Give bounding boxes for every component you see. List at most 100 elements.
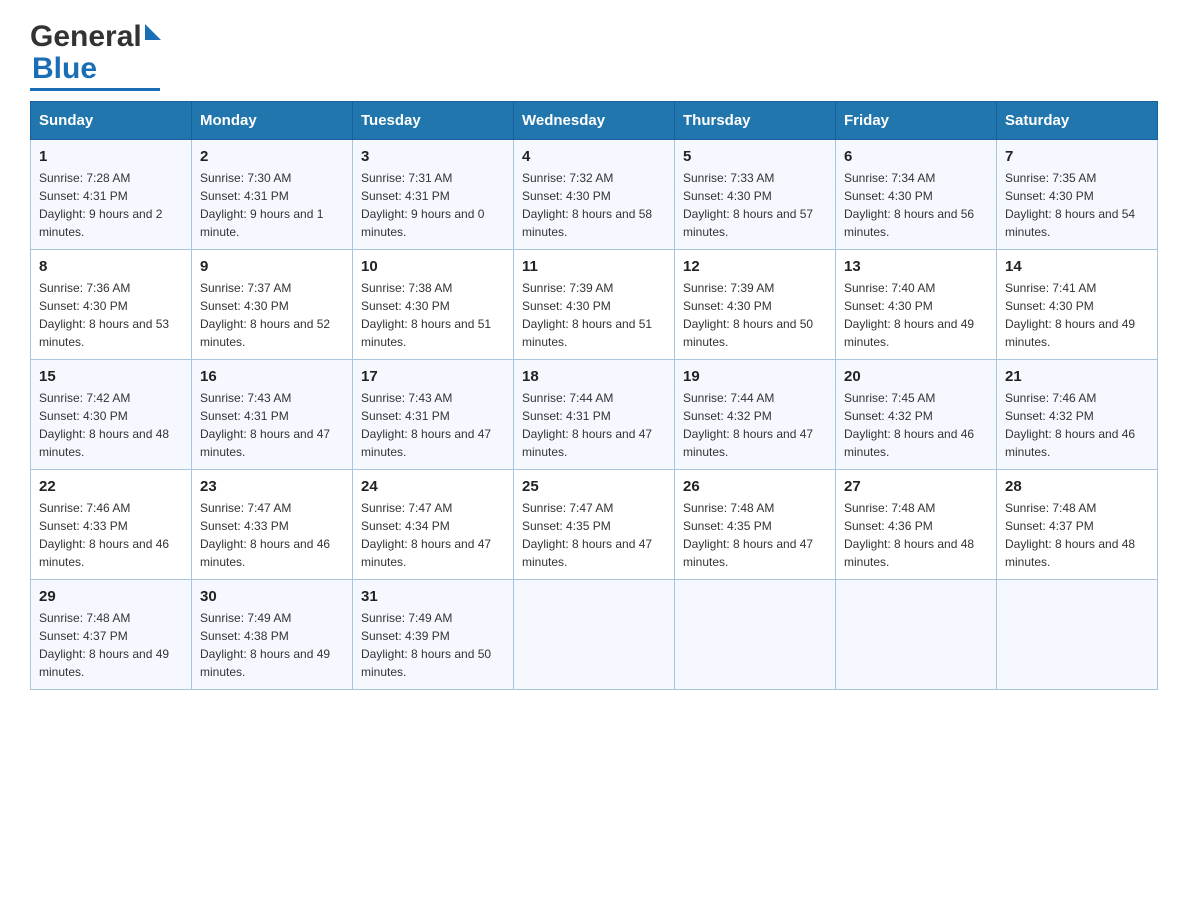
day-number: 18 <box>522 368 666 385</box>
day-number: 5 <box>683 148 827 165</box>
day-number: 31 <box>361 588 505 605</box>
day-number: 13 <box>844 258 988 275</box>
day-info: Sunrise: 7:46 AM Sunset: 4:33 PM Dayligh… <box>39 499 183 571</box>
calendar-cell: 20 Sunrise: 7:45 AM Sunset: 4:32 PM Dayl… <box>836 360 997 470</box>
day-info: Sunrise: 7:30 AM Sunset: 4:31 PM Dayligh… <box>200 169 344 241</box>
calendar-week-row: 1 Sunrise: 7:28 AM Sunset: 4:31 PM Dayli… <box>31 140 1158 250</box>
logo-general-text: General <box>30 20 142 54</box>
calendar-cell: 11 Sunrise: 7:39 AM Sunset: 4:30 PM Dayl… <box>514 250 675 360</box>
col-header-saturday: Saturday <box>997 102 1158 140</box>
calendar-week-row: 15 Sunrise: 7:42 AM Sunset: 4:30 PM Dayl… <box>31 360 1158 470</box>
day-number: 6 <box>844 148 988 165</box>
day-info: Sunrise: 7:34 AM Sunset: 4:30 PM Dayligh… <box>844 169 988 241</box>
day-number: 9 <box>200 258 344 275</box>
calendar-cell <box>514 580 675 690</box>
day-number: 21 <box>1005 368 1149 385</box>
day-info: Sunrise: 7:49 AM Sunset: 4:38 PM Dayligh… <box>200 609 344 681</box>
logo-container: General Blue <box>30 20 161 91</box>
calendar-cell: 22 Sunrise: 7:46 AM Sunset: 4:33 PM Dayl… <box>31 470 192 580</box>
calendar-cell: 17 Sunrise: 7:43 AM Sunset: 4:31 PM Dayl… <box>353 360 514 470</box>
col-header-wednesday: Wednesday <box>514 102 675 140</box>
calendar-cell: 4 Sunrise: 7:32 AM Sunset: 4:30 PM Dayli… <box>514 140 675 250</box>
day-number: 24 <box>361 478 505 495</box>
day-number: 4 <box>522 148 666 165</box>
calendar-cell: 23 Sunrise: 7:47 AM Sunset: 4:33 PM Dayl… <box>192 470 353 580</box>
calendar-cell: 6 Sunrise: 7:34 AM Sunset: 4:30 PM Dayli… <box>836 140 997 250</box>
calendar-cell <box>836 580 997 690</box>
day-info: Sunrise: 7:41 AM Sunset: 4:30 PM Dayligh… <box>1005 279 1149 351</box>
calendar-cell: 27 Sunrise: 7:48 AM Sunset: 4:36 PM Dayl… <box>836 470 997 580</box>
day-number: 12 <box>683 258 827 275</box>
day-info: Sunrise: 7:48 AM Sunset: 4:37 PM Dayligh… <box>1005 499 1149 571</box>
page-header: General Blue <box>30 20 1158 91</box>
day-info: Sunrise: 7:43 AM Sunset: 4:31 PM Dayligh… <box>200 389 344 461</box>
day-info: Sunrise: 7:44 AM Sunset: 4:32 PM Dayligh… <box>683 389 827 461</box>
day-info: Sunrise: 7:47 AM Sunset: 4:33 PM Dayligh… <box>200 499 344 571</box>
day-info: Sunrise: 7:42 AM Sunset: 4:30 PM Dayligh… <box>39 389 183 461</box>
col-header-thursday: Thursday <box>675 102 836 140</box>
day-info: Sunrise: 7:44 AM Sunset: 4:31 PM Dayligh… <box>522 389 666 461</box>
calendar-cell: 25 Sunrise: 7:47 AM Sunset: 4:35 PM Dayl… <box>514 470 675 580</box>
day-number: 28 <box>1005 478 1149 495</box>
day-info: Sunrise: 7:40 AM Sunset: 4:30 PM Dayligh… <box>844 279 988 351</box>
day-info: Sunrise: 7:39 AM Sunset: 4:30 PM Dayligh… <box>522 279 666 351</box>
day-number: 7 <box>1005 148 1149 165</box>
calendar-cell: 21 Sunrise: 7:46 AM Sunset: 4:32 PM Dayl… <box>997 360 1158 470</box>
day-info: Sunrise: 7:48 AM Sunset: 4:35 PM Dayligh… <box>683 499 827 571</box>
day-number: 26 <box>683 478 827 495</box>
day-number: 8 <box>39 258 183 275</box>
day-number: 11 <box>522 258 666 275</box>
day-number: 14 <box>1005 258 1149 275</box>
day-info: Sunrise: 7:31 AM Sunset: 4:31 PM Dayligh… <box>361 169 505 241</box>
logo-arrow-icon <box>145 24 161 40</box>
col-header-tuesday: Tuesday <box>353 102 514 140</box>
day-info: Sunrise: 7:48 AM Sunset: 4:36 PM Dayligh… <box>844 499 988 571</box>
calendar-cell: 1 Sunrise: 7:28 AM Sunset: 4:31 PM Dayli… <box>31 140 192 250</box>
calendar-cell: 15 Sunrise: 7:42 AM Sunset: 4:30 PM Dayl… <box>31 360 192 470</box>
day-number: 1 <box>39 148 183 165</box>
logo-area: General Blue <box>30 20 161 91</box>
logo-underline <box>30 88 160 91</box>
day-number: 3 <box>361 148 505 165</box>
col-header-friday: Friday <box>836 102 997 140</box>
logo-blue-text: Blue <box>32 52 97 86</box>
day-info: Sunrise: 7:45 AM Sunset: 4:32 PM Dayligh… <box>844 389 988 461</box>
day-number: 23 <box>200 478 344 495</box>
day-number: 2 <box>200 148 344 165</box>
day-info: Sunrise: 7:47 AM Sunset: 4:34 PM Dayligh… <box>361 499 505 571</box>
day-number: 22 <box>39 478 183 495</box>
calendar-cell: 10 Sunrise: 7:38 AM Sunset: 4:30 PM Dayl… <box>353 250 514 360</box>
day-number: 27 <box>844 478 988 495</box>
calendar-table: SundayMondayTuesdayWednesdayThursdayFrid… <box>30 101 1158 690</box>
calendar-week-row: 22 Sunrise: 7:46 AM Sunset: 4:33 PM Dayl… <box>31 470 1158 580</box>
day-number: 16 <box>200 368 344 385</box>
day-info: Sunrise: 7:37 AM Sunset: 4:30 PM Dayligh… <box>200 279 344 351</box>
calendar-cell <box>997 580 1158 690</box>
day-info: Sunrise: 7:49 AM Sunset: 4:39 PM Dayligh… <box>361 609 505 681</box>
col-header-monday: Monday <box>192 102 353 140</box>
calendar-cell <box>675 580 836 690</box>
calendar-cell: 8 Sunrise: 7:36 AM Sunset: 4:30 PM Dayli… <box>31 250 192 360</box>
calendar-cell: 16 Sunrise: 7:43 AM Sunset: 4:31 PM Dayl… <box>192 360 353 470</box>
day-info: Sunrise: 7:39 AM Sunset: 4:30 PM Dayligh… <box>683 279 827 351</box>
calendar-cell: 12 Sunrise: 7:39 AM Sunset: 4:30 PM Dayl… <box>675 250 836 360</box>
calendar-week-row: 8 Sunrise: 7:36 AM Sunset: 4:30 PM Dayli… <box>31 250 1158 360</box>
calendar-cell: 9 Sunrise: 7:37 AM Sunset: 4:30 PM Dayli… <box>192 250 353 360</box>
day-info: Sunrise: 7:32 AM Sunset: 4:30 PM Dayligh… <box>522 169 666 241</box>
day-number: 30 <box>200 588 344 605</box>
day-info: Sunrise: 7:33 AM Sunset: 4:30 PM Dayligh… <box>683 169 827 241</box>
calendar-cell: 24 Sunrise: 7:47 AM Sunset: 4:34 PM Dayl… <box>353 470 514 580</box>
logo-blue-row: Blue <box>30 52 97 86</box>
calendar-header-row: SundayMondayTuesdayWednesdayThursdayFrid… <box>31 102 1158 140</box>
calendar-week-row: 29 Sunrise: 7:48 AM Sunset: 4:37 PM Dayl… <box>31 580 1158 690</box>
day-number: 15 <box>39 368 183 385</box>
calendar-cell: 19 Sunrise: 7:44 AM Sunset: 4:32 PM Dayl… <box>675 360 836 470</box>
day-number: 20 <box>844 368 988 385</box>
day-info: Sunrise: 7:43 AM Sunset: 4:31 PM Dayligh… <box>361 389 505 461</box>
calendar-cell: 3 Sunrise: 7:31 AM Sunset: 4:31 PM Dayli… <box>353 140 514 250</box>
logo-row: General <box>30 20 161 54</box>
day-info: Sunrise: 7:38 AM Sunset: 4:30 PM Dayligh… <box>361 279 505 351</box>
day-info: Sunrise: 7:36 AM Sunset: 4:30 PM Dayligh… <box>39 279 183 351</box>
col-header-sunday: Sunday <box>31 102 192 140</box>
calendar-cell: 13 Sunrise: 7:40 AM Sunset: 4:30 PM Dayl… <box>836 250 997 360</box>
